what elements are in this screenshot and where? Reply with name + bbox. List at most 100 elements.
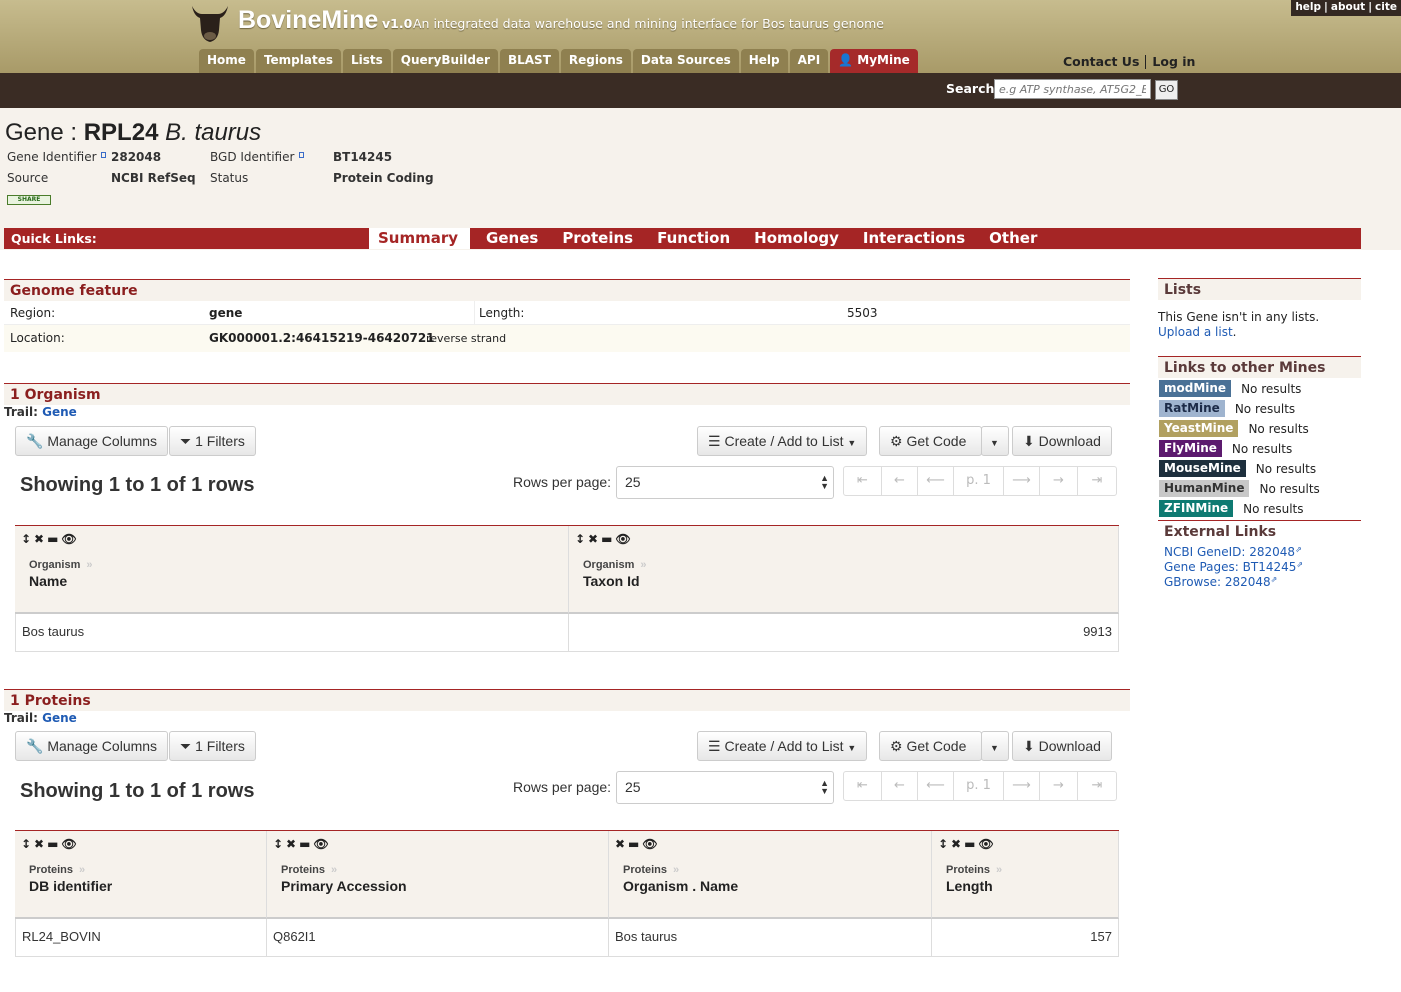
- get-code-dropdown[interactable]: ▼: [981, 731, 1009, 761]
- nav-tab-mymine[interactable]: 👤 MyMine: [830, 49, 918, 73]
- column-controls-icons[interactable]: ↕✖▬👁: [938, 837, 997, 851]
- get-code-button[interactable]: ⚙ Get Code: [879, 731, 982, 761]
- rows-per-page-select[interactable]: 25 ▲ ▼: [616, 771, 834, 804]
- nav-tab-templates[interactable]: Templates: [255, 49, 341, 73]
- column-path: Proteins»: [623, 864, 680, 876]
- cow-logo-icon[interactable]: [186, 0, 234, 44]
- info-icon[interactable]: [299, 152, 304, 158]
- column-name: Primary Accession: [281, 878, 407, 894]
- quick-link-summary[interactable]: Summary: [369, 228, 471, 249]
- forward-page-button[interactable]: ⟶: [1004, 467, 1040, 495]
- column-path: Proteins»: [29, 864, 86, 876]
- share-button[interactable]: SHARE: [7, 195, 51, 205]
- external-link-ncbi[interactable]: NCBI GeneID: 282048⇗: [1164, 545, 1302, 559]
- table-cell[interactable]: Q862I1: [267, 919, 609, 957]
- nav-tab-blast[interactable]: BLAST: [499, 49, 559, 73]
- upload-list-link[interactable]: Upload a list: [1158, 325, 1233, 339]
- nav-tab-api[interactable]: API: [789, 49, 829, 73]
- humanmine-link[interactable]: HumanMine: [1159, 480, 1250, 497]
- about-link[interactable]: about: [1331, 1, 1365, 15]
- mine-row-humanmine: HumanMine No results: [1159, 480, 1320, 497]
- info-icon[interactable]: [101, 152, 106, 158]
- manage-columns-button[interactable]: 🔧 Manage Columns: [15, 426, 169, 456]
- next-page-button[interactable]: →: [1040, 467, 1078, 495]
- nav-tab-home[interactable]: Home: [199, 49, 254, 73]
- column-header[interactable]: ↕✖▬👁 Organism» Taxon Id: [569, 526, 1119, 614]
- first-page-button[interactable]: ⇤: [844, 467, 882, 495]
- external-link-gbrowse[interactable]: GBrowse: 282048⇗: [1164, 575, 1277, 589]
- nav-tab-help[interactable]: Help: [740, 49, 788, 73]
- quick-link-interactions[interactable]: Interactions: [851, 228, 977, 249]
- filters-button[interactable]: ⏷ 1 Filters: [169, 731, 256, 761]
- nav-tab-data-sources[interactable]: Data Sources: [632, 49, 739, 73]
- forward-page-button[interactable]: ⟶: [1004, 772, 1040, 800]
- zfinmine-link[interactable]: ZFINMine: [1159, 500, 1234, 517]
- column-header[interactable]: ↕✖▬👁 Organism» Name: [15, 526, 569, 614]
- trail-gene-link[interactable]: Gene: [42, 405, 77, 419]
- flymine-link[interactable]: FlyMine: [1159, 440, 1222, 457]
- column-controls-icons[interactable]: ↕✖▬👁: [21, 532, 80, 546]
- last-page-button[interactable]: ⇥: [1078, 467, 1116, 495]
- column-header[interactable]: ↕✖▬👁 Proteins» Length: [932, 831, 1119, 919]
- table-cell[interactable]: 9913: [569, 614, 1119, 652]
- column-header[interactable]: ↕✖▬👁 Proteins» Primary Accession: [267, 831, 609, 919]
- page-number[interactable]: p. 1: [954, 772, 1004, 800]
- prev-page-button[interactable]: ←: [882, 772, 918, 800]
- page-number[interactable]: p. 1: [954, 467, 1004, 495]
- back-page-button[interactable]: ⟵: [918, 772, 954, 800]
- create-list-label: Create / Add to List: [724, 433, 844, 449]
- first-page-button[interactable]: ⇤: [844, 772, 882, 800]
- quick-link-proteins[interactable]: Proteins: [550, 228, 645, 249]
- column-controls-icons[interactable]: ↕✖▬👁: [21, 837, 80, 851]
- manage-columns-button[interactable]: 🔧 Manage Columns: [15, 731, 169, 761]
- search-input[interactable]: [994, 79, 1151, 99]
- create-list-button[interactable]: ☰ Create / Add to List ▼: [697, 731, 868, 761]
- external-link-gene-pages[interactable]: Gene Pages: BT14245⇗: [1164, 560, 1303, 574]
- help-link[interactable]: help: [1295, 1, 1321, 15]
- brand-name[interactable]: BovineMine: [238, 6, 378, 35]
- filters-button[interactable]: ⏷ 1 Filters: [169, 426, 256, 456]
- table-cell[interactable]: Bos taurus: [609, 919, 932, 957]
- modmine-link[interactable]: modMine: [1159, 380, 1232, 397]
- search-go-button[interactable]: GO: [1155, 80, 1178, 100]
- rows-per-page-select[interactable]: 25 ▲ ▼: [616, 466, 834, 499]
- table-cell[interactable]: RL24_BOVIN: [15, 919, 267, 957]
- cite-link[interactable]: cite: [1375, 1, 1397, 15]
- location-value[interactable]: GK000001.2:46415219-46420721: [209, 331, 435, 345]
- login-link[interactable]: Log in: [1152, 54, 1195, 69]
- quick-link-homology[interactable]: Homology: [742, 228, 851, 249]
- yeastmine-link[interactable]: YeastMine: [1159, 420, 1239, 437]
- quick-links-label: Quick Links:: [11, 231, 97, 246]
- nav-tab-regions[interactable]: Regions: [560, 49, 631, 73]
- prev-page-button[interactable]: ←: [882, 467, 918, 495]
- last-page-button[interactable]: ⇥: [1078, 772, 1116, 800]
- column-controls-icons[interactable]: ✖▬👁: [615, 837, 661, 851]
- column-controls-icons[interactable]: ↕✖▬👁: [273, 837, 332, 851]
- quick-link-function[interactable]: Function: [645, 228, 742, 249]
- nav-tab-lists[interactable]: Lists: [343, 49, 391, 73]
- table-cell[interactable]: 157: [932, 919, 1119, 957]
- lists-text: This Gene isn't in any lists.: [1158, 310, 1320, 324]
- download-button[interactable]: ⬇ Download: [1012, 426, 1112, 456]
- manage-columns-label: Manage Columns: [47, 433, 158, 449]
- create-list-button[interactable]: ☰ Create / Add to List ▼: [697, 426, 868, 456]
- column-header[interactable]: ↕✖▬👁 Proteins» DB identifier: [15, 831, 267, 919]
- contact-us-link[interactable]: Contact Us: [1063, 54, 1139, 69]
- get-code-label: Get Code: [906, 433, 967, 449]
- nav-tab-querybuilder[interactable]: QueryBuilder: [392, 49, 498, 73]
- back-page-button[interactable]: ⟵: [918, 467, 954, 495]
- mousemine-link[interactable]: MouseMine: [1159, 460, 1246, 477]
- mine-row-flymine: FlyMine No results: [1159, 440, 1292, 457]
- get-code-dropdown[interactable]: ▼: [981, 426, 1009, 456]
- table-cell[interactable]: Bos taurus: [15, 614, 569, 652]
- column-controls-icons[interactable]: ↕✖▬👁: [575, 532, 634, 546]
- quick-link-other[interactable]: Other: [977, 228, 1049, 249]
- external-link-icon: ⇗: [1296, 560, 1304, 569]
- next-page-button[interactable]: →: [1040, 772, 1078, 800]
- get-code-button[interactable]: ⚙ Get Code: [879, 426, 982, 456]
- quick-link-genes[interactable]: Genes: [474, 228, 550, 249]
- download-button[interactable]: ⬇ Download: [1012, 731, 1112, 761]
- column-header[interactable]: ✖▬👁 Proteins» Organism . Name: [609, 831, 932, 919]
- ratmine-link[interactable]: RatMine: [1159, 400, 1225, 417]
- trail-gene-link[interactable]: Gene: [42, 711, 77, 725]
